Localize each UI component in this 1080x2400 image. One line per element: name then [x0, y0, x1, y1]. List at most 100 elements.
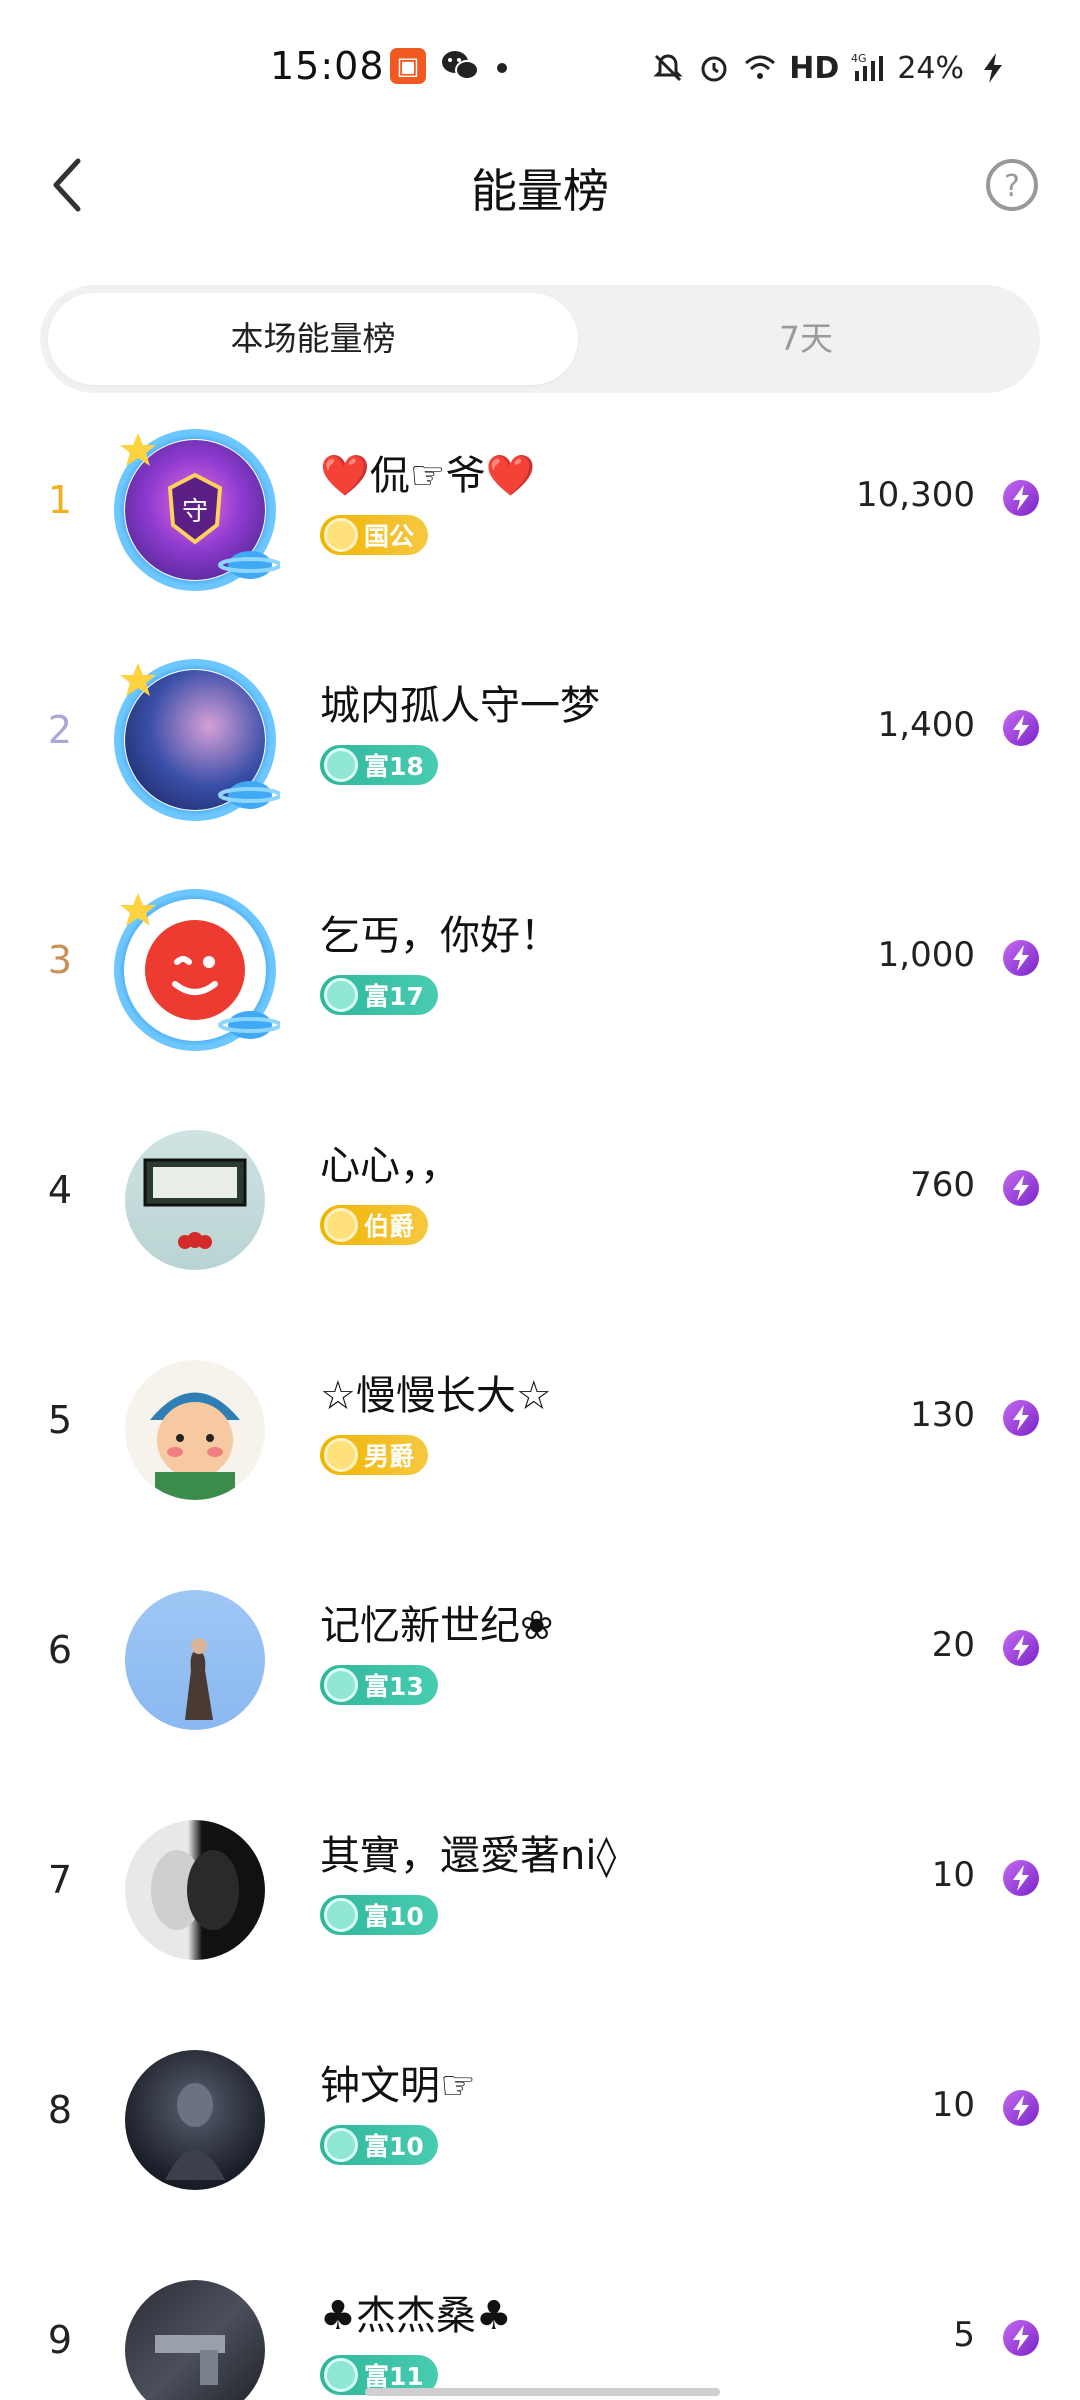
badge-label: 富10 — [364, 2132, 424, 2161]
rich-badge-icon — [324, 2358, 358, 2392]
wechat-icon — [442, 51, 479, 80]
badge-label: 国公 — [364, 522, 415, 551]
energy-score: 10,300 — [856, 475, 975, 515]
rank-number: 8 — [47, 2088, 73, 2132]
diamond-badge-icon — [324, 1208, 358, 1242]
tab-current-session[interactable]: 本场能量榜 — [48, 293, 578, 385]
rich-badge-icon — [324, 2128, 358, 2162]
avatar[interactable] — [100, 1115, 290, 1285]
user-name: ♣杰杰桑♣ — [320, 2293, 512, 2339]
two-faces-icon — [151, 1850, 239, 1930]
list-item[interactable]: 7 其實，還愛著ni◊ 富10 10 — [0, 1775, 1080, 2005]
kuaishou-icon: ▣ — [390, 48, 426, 84]
wifi-icon — [745, 55, 776, 79]
user-name: 记忆新世纪❀ — [320, 1603, 554, 1649]
energy-bolt-icon — [1003, 1170, 1039, 1206]
help-icon[interactable]: ? — [984, 157, 1040, 213]
rank-number: 5 — [47, 1398, 73, 1442]
energy-bolt-icon — [1003, 940, 1039, 976]
diamond-badge-icon — [324, 1438, 358, 1472]
badge-label: 富10 — [364, 1902, 424, 1931]
energy-score: 1,000 — [877, 935, 975, 975]
tab-7-days[interactable]: 7天 — [580, 293, 1032, 385]
avatar[interactable] — [100, 1805, 290, 1975]
dark-figure-icon — [165, 2083, 225, 2180]
level-badge: 男爵 — [320, 1435, 429, 1475]
user-name: 其實，還愛著ni◊ — [320, 1833, 617, 1879]
avatar[interactable] — [100, 1575, 290, 1745]
level-badge: 富10 — [320, 2125, 438, 2165]
ranking-tabs: 本场能量榜 7天 — [40, 285, 1040, 393]
wall-frame-icon — [143, 1158, 247, 1249]
list-item[interactable]: 3 乞丐，你好！ 富17 1,000 — [0, 855, 1080, 1085]
user-name: 乞丐，你好！ — [320, 913, 560, 959]
energy-bolt-icon — [1003, 710, 1039, 746]
list-item[interactable]: 1 守 ❤️侃☞爷❤️ 国公 10,300 — [0, 395, 1080, 625]
battery-level: 24% — [897, 50, 964, 86]
energy-score: 130 — [910, 1395, 975, 1435]
rank-number: 9 — [47, 2318, 73, 2362]
alarm-icon — [701, 56, 727, 82]
list-item[interactable]: 9 ♣杰杰桑♣ 富11 5 — [0, 2235, 1080, 2400]
energy-bolt-icon — [1003, 480, 1039, 516]
girl-silhouette-icon — [185, 1638, 213, 1720]
user-name: 城内孤人守一梦 — [320, 683, 600, 729]
badge-label: 富13 — [364, 1672, 424, 1701]
network-label: HD — [789, 50, 840, 86]
rank-number: 6 — [47, 1628, 73, 1672]
avatar-frame-icon — [114, 889, 280, 1051]
energy-score: 10 — [931, 1855, 975, 1895]
home-indicator[interactable] — [365, 2388, 720, 2396]
energy-bolt-icon — [1003, 1630, 1039, 1666]
energy-bolt-icon — [1003, 1400, 1039, 1436]
list-item[interactable]: 2 城内孤人守一梦 富18 1,400 — [0, 625, 1080, 855]
pistol-icon — [155, 2335, 225, 2385]
energy-score: 5 — [953, 2315, 975, 2355]
energy-score: 20 — [931, 1625, 975, 1665]
badge-label: 富17 — [364, 982, 424, 1011]
energy-score: 10 — [931, 2085, 975, 2125]
rank-number: 3 — [47, 938, 73, 982]
user-name: ❤️侃☞爷❤️ — [320, 453, 536, 499]
svg-text:?: ? — [1004, 169, 1020, 204]
level-badge: 国公 — [320, 515, 429, 555]
notification-dot — [497, 63, 507, 73]
list-item[interactable]: 4 心心，， 伯爵 760 — [0, 1085, 1080, 1315]
level-badge: 富18 — [320, 745, 438, 785]
avatar[interactable] — [100, 1345, 290, 1515]
avatar[interactable] — [100, 655, 290, 825]
rank-number: 2 — [47, 708, 73, 752]
rank-number: 4 — [47, 1168, 73, 1212]
rank-number: 7 — [47, 1858, 73, 1902]
level-badge: 富13 — [320, 1665, 438, 1705]
rich-badge-icon — [324, 978, 358, 1012]
avatar-frame-icon — [114, 659, 280, 821]
energy-score: 760 — [910, 1165, 975, 1205]
status-bar: 15:08 ▣ HD 4G 24% — [0, 0, 1080, 135]
diamond-badge-icon — [324, 518, 358, 552]
avatar-frame-icon — [114, 429, 280, 591]
avatar[interactable] — [100, 2265, 290, 2400]
svg-text:4G: 4G — [851, 52, 867, 65]
avatar[interactable] — [100, 2035, 290, 2205]
badge-label: 富18 — [364, 752, 424, 781]
list-item[interactable]: 5 ☆慢慢长大☆ 男爵 130 — [0, 1315, 1080, 1545]
level-badge: 富17 — [320, 975, 438, 1015]
list-item[interactable]: 8 钟文明☞ 富10 10 — [0, 2005, 1080, 2235]
avatar[interactable] — [100, 885, 290, 1055]
avatar[interactable]: 守 — [100, 425, 290, 595]
rich-badge-icon — [324, 1668, 358, 1702]
level-badge: 富10 — [320, 1895, 438, 1935]
badge-label: 男爵 — [364, 1442, 415, 1471]
level-badge: 伯爵 — [320, 1205, 429, 1245]
charging-icon — [984, 53, 1002, 83]
rich-badge-icon — [324, 1898, 358, 1932]
status-time: 15:08 — [270, 44, 385, 88]
badge-label: 伯爵 — [364, 1212, 415, 1241]
cell-signal-icon: 4G — [851, 52, 884, 81]
cartoon-boy-icon — [150, 1392, 240, 1500]
list-item[interactable]: 6 记忆新世纪❀ 富13 20 — [0, 1545, 1080, 1775]
bell-mute-icon — [653, 54, 683, 82]
rank-number: 1 — [47, 478, 73, 522]
rich-badge-icon — [324, 748, 358, 782]
